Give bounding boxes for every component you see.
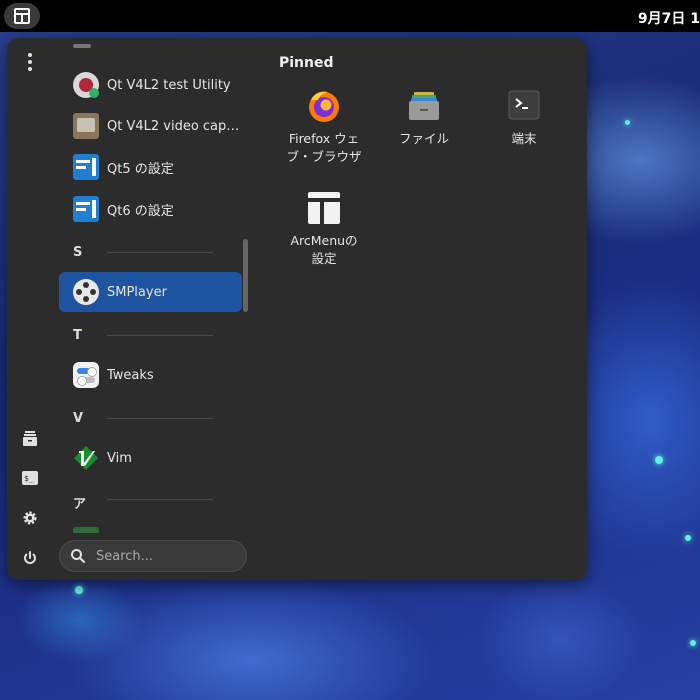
power-icon [24,551,36,564]
files-shortcut[interactable] [15,423,45,453]
wallpaper-sparkle [655,456,663,464]
shortcut-column: $_ [7,38,53,580]
wallpaper-sparkle [685,535,691,541]
section-header-a: ア [73,497,87,512]
pinned-label: ArcMenuの 設定 [290,233,358,266]
app-list[interactable]: Qt V4L2 test Utility Qt V4L2 video capt.… [59,38,249,533]
app-item-qt5ct[interactable]: Qt5 の設定 [59,147,242,187]
arcmenu-panel: $_ Qt V4L2 test Utility Qt V4L2 video ca… [7,38,587,580]
arcmenu-button[interactable] [4,3,40,29]
app-label: Qt V4L2 test Utility [107,77,231,93]
section-header-v: V [73,411,84,426]
app-label: Qt6 の設定 [107,203,174,219]
app-label: SMPlayer [107,284,167,300]
terminal-icon [506,88,542,124]
tweaks-icon [73,362,99,388]
app-label: Qt V4L2 video capt... [107,118,242,134]
qt5ct-icon [73,154,99,180]
section-divider [107,418,213,419]
app-item-vim[interactable]: Vim [59,438,242,478]
qvidcap-icon [73,113,99,139]
pinned-label: ファイル [398,131,449,146]
svg-text:$_: $_ [24,474,34,483]
section-divider [107,335,213,336]
smplayer-icon [73,279,99,305]
wallpaper-sparkle [690,640,696,646]
files-icon [23,431,37,446]
partial-app-icon [73,527,99,533]
app-label: Vim [107,450,132,466]
section-header-t: T [73,328,82,343]
gear-icon [23,511,37,525]
search-box[interactable] [59,540,247,572]
wallpaper-sparkle [75,586,83,594]
settings-shortcut[interactable] [15,503,45,533]
pinned-files[interactable]: ファイル [376,88,472,148]
section-header-s: S [73,245,83,260]
partial-app-icon [73,44,91,48]
vim-icon [73,445,99,471]
terminal-shortcut[interactable]: $_ [15,463,45,493]
qt6ct-icon [73,196,99,222]
pinned-title: Pinned [279,55,334,71]
app-item-qv4l2[interactable]: Qt V4L2 test Utility [59,65,242,105]
firefox-icon [306,88,342,124]
app-item-tweaks[interactable]: Tweaks [59,355,242,395]
qv4l2-icon [73,72,99,98]
top-bar: 9月7日 1 [0,0,700,32]
section-divider [107,499,213,500]
arcmenu-settings-icon [306,190,342,226]
pinned-terminal[interactable]: 端末 [476,88,572,148]
app-item-qt6ct[interactable]: Qt6 の設定 [59,189,242,229]
app-label: Qt5 の設定 [107,161,174,177]
kebab-menu-icon [28,53,32,71]
app-item-smplayer[interactable]: SMPlayer [59,272,242,312]
pinned-label: Firefox ウェ ブ・ブラウザ [286,131,362,164]
section-divider [107,252,213,253]
pinned-firefox[interactable]: Firefox ウェ ブ・ブラウザ [276,88,372,166]
terminal-icon: $_ [22,471,38,485]
search-icon [71,549,85,563]
arcmenu-icon [14,8,30,24]
app-list-scrollbar[interactable] [243,239,248,312]
clock[interactable]: 9月7日 1 [638,8,700,28]
app-item-qvidcap[interactable]: Qt V4L2 video capt... [59,106,242,146]
power-button[interactable] [15,543,45,573]
kebab-menu-button[interactable] [15,47,45,77]
app-label: Tweaks [107,367,154,383]
wallpaper-sparkle [625,120,630,125]
files-icon [406,88,442,124]
search-input[interactable] [94,547,238,565]
pinned-arcmenu-settings[interactable]: ArcMenuの 設定 [276,190,372,268]
pinned-label: 端末 [511,131,537,146]
